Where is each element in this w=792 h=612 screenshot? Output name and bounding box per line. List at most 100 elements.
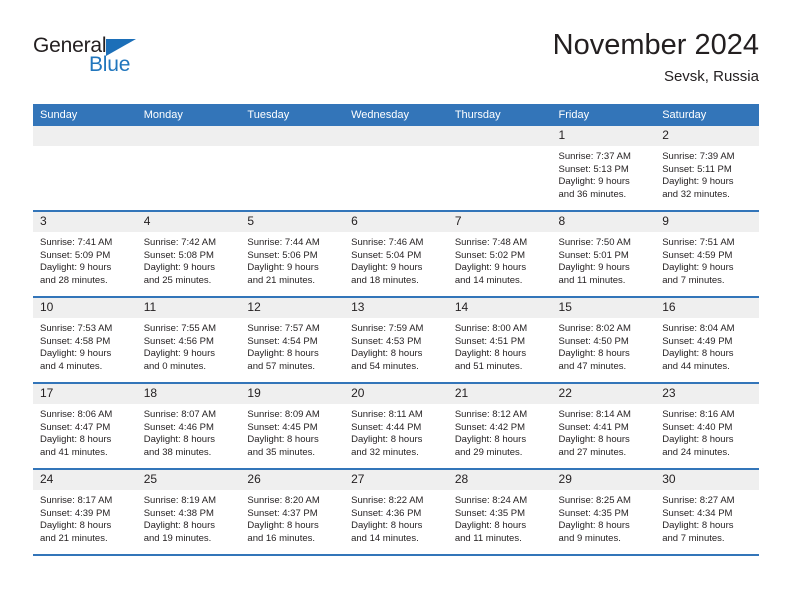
daylight-text: and 21 minutes.: [40, 532, 108, 544]
calendar-day-cell[interactable]: 29 Sunrise: 8:25 AM Sunset: 4:35 PM Dayligh…: [551, 469, 656, 556]
calendar-week-row: 3 Sunrise: 7:41 AM Sunset: 5:09 PM Daylight…: [33, 211, 759, 298]
day-details: Sunrise: 7:50 AM Sunset: 5:01 PM Daylight:…: [552, 232, 656, 287]
calendar-day-cell[interactable]: 4 Sunrise: 7:42 AM Sunset: 5:08 PM Daylight…: [136, 211, 241, 298]
sunrise-text: Sunrise: 7:55 AM: [143, 323, 217, 334]
calendar-day-cell[interactable]: 22 Sunrise: 8:14 AM Sunset: 4:41 PM Dayligh…: [551, 383, 656, 470]
sunset-text: Sunset: 5:01 PM: [558, 249, 629, 261]
daylight-text: Daylight: 8 hours: [247, 434, 319, 446]
sunrise-text: Sunrise: 8:00 AM: [454, 323, 528, 334]
calendar-day-cell[interactable]: 19 Sunrise: 8:09 AM Sunset: 4:45 PM Dayligh…: [240, 383, 345, 470]
calendar-day-cell[interactable]: 11 Sunrise: 7:55 AM Sunset: 4:56 PM Dayligh…: [136, 297, 241, 384]
day-details: Sunrise: 8:11 AM Sunset: 4:44 PM Daylight:…: [344, 404, 448, 459]
sunset-text: Sunset: 4:49 PM: [662, 335, 733, 347]
day-number: 2: [655, 126, 759, 146]
calendar-day-cell[interactable]: 24 Sunrise: 8:17 AM Sunset: 4:39 PM Dayligh…: [33, 469, 137, 556]
daylight-text: Daylight: 8 hours: [40, 434, 112, 446]
calendar-day-cell[interactable]: 17 Sunrise: 8:06 AM Sunset: 4:47 PM Dayligh…: [33, 383, 137, 470]
calendar-day-cell[interactable]: 27 Sunrise: 8:22 AM Sunset: 4:36 PM Dayligh…: [344, 469, 448, 556]
weekday-header-sunday: Sunday: [33, 104, 137, 126]
calendar-day-cell[interactable]: 12 Sunrise: 7:57 AM Sunset: 4:54 PM Dayligh…: [240, 297, 345, 384]
day-details: Sunrise: 8:16 AM Sunset: 4:40 PM Daylight:…: [655, 404, 759, 459]
day-number: 10: [33, 298, 137, 318]
daylight-text: and 11 minutes.: [454, 532, 522, 544]
daylight-text: Daylight: 8 hours: [454, 348, 527, 360]
title-block: November 2024 Sevsk, Russia: [553, 28, 759, 88]
daylight-text: Daylight: 9 hours: [143, 348, 215, 360]
daylight-text: and 27 minutes.: [558, 446, 627, 458]
daylight-text: and 57 minutes.: [247, 360, 316, 372]
calendar-day-cell[interactable]: 15 Sunrise: 8:02 AM Sunset: 4:50 PM Dayligh…: [551, 297, 656, 384]
weekday-header-friday: Friday: [551, 104, 656, 126]
calendar-day-cell[interactable]: 5 Sunrise: 7:44 AM Sunset: 5:06 PM Daylight…: [240, 211, 345, 298]
sunrise-text: Sunrise: 7:48 AM: [454, 237, 528, 248]
calendar-day-cell[interactable]: 8 Sunrise: 7:50 AM Sunset: 5:01 PM Daylight…: [551, 211, 656, 298]
day-details: Sunrise: 7:48 AM Sunset: 5:02 PM Daylight:…: [448, 232, 552, 287]
calendar-day-cell[interactable]: 6 Sunrise: 7:46 AM Sunset: 5:04 PM Daylight…: [344, 211, 448, 298]
sunrise-text: Sunrise: 8:17 AM: [40, 495, 113, 506]
sunset-text: Sunset: 4:45 PM: [247, 421, 318, 433]
calendar-day-cell[interactable]: 26 Sunrise: 8:20 AM Sunset: 4:37 PM Dayligh…: [240, 469, 345, 556]
calendar-day-cell[interactable]: 10 Sunrise: 7:53 AM Sunset: 4:58 PM Dayligh…: [33, 297, 137, 384]
sunrise-text: Sunrise: 8:11 AM: [351, 409, 423, 420]
sunrise-text: Sunrise: 7:41 AM: [40, 237, 113, 248]
daylight-text: Daylight: 8 hours: [351, 348, 423, 360]
day-details: Sunrise: 7:42 AM Sunset: 5:08 PM Daylight:…: [137, 232, 241, 287]
day-number: 21: [447, 384, 552, 404]
day-details: Sunrise: 7:37 AM Sunset: 5:13 PM Daylight:…: [552, 146, 656, 201]
calendar-body: 1 Sunrise: 7:37 AM Sunset: 5:13 PM Daylight…: [33, 126, 759, 556]
sunrise-text: Sunrise: 8:27 AM: [662, 495, 735, 506]
calendar-day-cell[interactable]: 28 Sunrise: 8:24 AM Sunset: 4:35 PM Dayligh…: [447, 469, 552, 556]
day-number: [344, 126, 448, 146]
sunrise-text: Sunrise: 7:37 AM: [558, 151, 631, 162]
day-number: 24: [33, 470, 137, 490]
day-details: Sunrise: 7:55 AM Sunset: 4:56 PM Daylight:…: [137, 318, 241, 373]
sunrise-text: Sunrise: 8:19 AM: [143, 495, 217, 506]
day-number: 3: [33, 212, 137, 232]
day-number: 14: [447, 298, 552, 318]
calendar-day-cell[interactable]: 2 Sunrise: 7:39 AM Sunset: 5:11 PM Daylight…: [655, 126, 759, 212]
calendar-day-cell[interactable]: 9 Sunrise: 7:51 AM Sunset: 4:59 PM Daylight…: [655, 211, 759, 298]
sunset-text: Sunset: 4:51 PM: [454, 335, 526, 347]
daylight-text: Daylight: 9 hours: [247, 262, 319, 274]
calendar-day-cell[interactable]: 1 Sunrise: 7:37 AM Sunset: 5:13 PM Daylight…: [551, 126, 656, 212]
calendar-day-cell[interactable]: 23 Sunrise: 8:16 AM Sunset: 4:40 PM Dayligh…: [655, 383, 759, 470]
day-number: 4: [136, 212, 241, 232]
brand-logo[interactable]: General Blue: [33, 34, 213, 86]
day-number: [33, 126, 137, 146]
day-number: 19: [240, 384, 345, 404]
daylight-text: and 0 minutes.: [143, 360, 207, 372]
calendar-day-cell[interactable]: 14 Sunrise: 8:00 AM Sunset: 4:51 PM Dayligh…: [447, 297, 552, 384]
sunset-text: Sunset: 5:02 PM: [454, 249, 526, 261]
location-label: Sevsk, Russia: [663, 68, 759, 85]
sunset-text: Sunset: 4:47 PM: [40, 421, 111, 433]
calendar-day-cell[interactable]: 7 Sunrise: 7:48 AM Sunset: 5:02 PM Daylight…: [447, 211, 552, 298]
daylight-text: Daylight: 8 hours: [662, 434, 734, 446]
day-details: Sunrise: 8:00 AM Sunset: 4:51 PM Daylight:…: [448, 318, 552, 373]
day-number: 20: [344, 384, 448, 404]
calendar-day-cell[interactable]: 16 Sunrise: 8:04 AM Sunset: 4:49 PM Dayligh…: [655, 297, 759, 384]
day-details: Sunrise: 7:51 AM Sunset: 4:59 PM Daylight:…: [655, 232, 759, 287]
calendar-cell-empty: [447, 126, 552, 212]
sunset-text: Sunset: 4:40 PM: [662, 421, 733, 433]
sunset-text: Sunset: 4:58 PM: [40, 335, 111, 347]
daylight-text: and 35 minutes.: [247, 446, 316, 458]
day-number: 8: [551, 212, 656, 232]
sunset-text: Sunset: 5:04 PM: [351, 249, 422, 261]
calendar-day-cell[interactable]: 13 Sunrise: 7:59 AM Sunset: 4:53 PM Dayligh…: [344, 297, 448, 384]
calendar-day-cell[interactable]: 25 Sunrise: 8:19 AM Sunset: 4:38 PM Dayligh…: [136, 469, 241, 556]
calendar-day-cell[interactable]: 18 Sunrise: 8:07 AM Sunset: 4:46 PM Dayligh…: [136, 383, 241, 470]
sunset-text: Sunset: 4:44 PM: [351, 421, 422, 433]
sunrise-text: Sunrise: 8:09 AM: [247, 409, 320, 420]
day-number: 18: [136, 384, 241, 404]
day-number: 11: [136, 298, 241, 318]
day-details: Sunrise: 8:22 AM Sunset: 4:36 PM Daylight:…: [344, 490, 448, 545]
calendar-header-row: Sunday Monday Tuesday Wednesday Thursday Frid…: [33, 104, 759, 126]
day-number: 27: [344, 470, 448, 490]
calendar-day-cell[interactable]: 30 Sunrise: 8:27 AM Sunset: 4:34 PM Dayligh…: [655, 469, 759, 556]
daylight-text: and 25 minutes.: [143, 274, 212, 286]
sunrise-text: Sunrise: 8:22 AM: [351, 495, 424, 506]
calendar-day-cell[interactable]: 3 Sunrise: 7:41 AM Sunset: 5:09 PM Daylight…: [33, 211, 137, 298]
sunrise-text: Sunrise: 7:42 AM: [143, 237, 217, 248]
calendar-day-cell[interactable]: 21 Sunrise: 8:12 AM Sunset: 4:42 PM Dayligh…: [447, 383, 552, 470]
calendar-day-cell[interactable]: 20 Sunrise: 8:11 AM Sunset: 4:44 PM Dayligh…: [344, 383, 448, 470]
